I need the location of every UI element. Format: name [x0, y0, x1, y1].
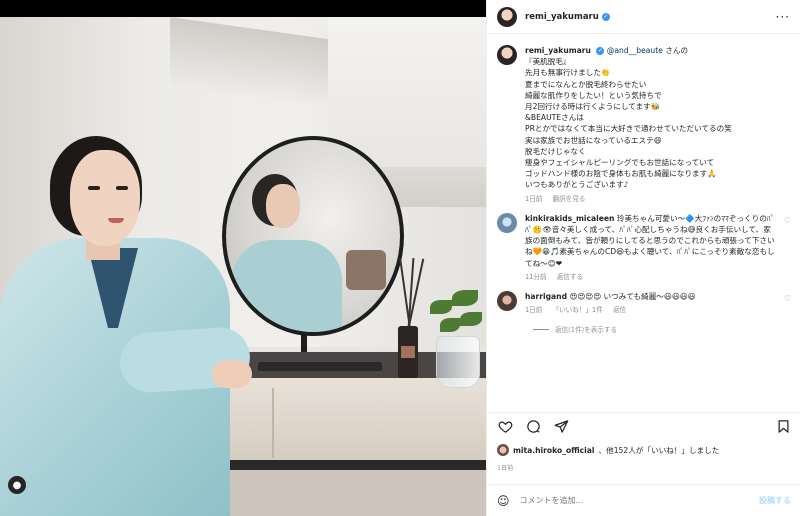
- mirror-reflection-object: [346, 250, 386, 290]
- comment-icon[interactable]: [525, 419, 541, 435]
- round-mirror: [222, 136, 404, 336]
- comment-meta: 1日前 「いいね！」1件 返信: [525, 305, 776, 316]
- add-comment-bar: ☺ 投稿する: [487, 484, 800, 516]
- comment-meta: 11分前 返信する: [525, 272, 776, 283]
- comment-likes[interactable]: 「いいね！」1件: [553, 306, 603, 314]
- person-eye: [116, 186, 128, 190]
- avatar[interactable]: [497, 6, 517, 27]
- caption-row: remi_yakumaru ✓ @and__beaute さんの 『美肌脱毛』 …: [497, 45, 791, 205]
- post-comment-button[interactable]: 投稿する: [759, 495, 791, 506]
- caption-time: 1日前: [525, 194, 543, 203]
- reply-button[interactable]: 返信: [613, 306, 626, 314]
- plant-leaf: [430, 300, 452, 314]
- post-sidebar: remi_yakumaru ✓ ··· remi_yakumaru ✓ @and…: [486, 0, 800, 516]
- caption-mention-suffix: さんの: [662, 46, 689, 55]
- caption-text: remi_yakumaru ✓ @and__beaute さんの 『美肌脱毛』 …: [525, 45, 791, 205]
- comment-row: harrigand 😍😍😍😍 いつみても綺麗〜😃😃😃😃 1日前 「いいね！」1件…: [497, 291, 791, 316]
- caption-line: 夏までになんとか脱毛終わらせたい: [525, 79, 647, 89]
- caption-line: 月2回行ける時は行くようにしてます🐝: [525, 102, 661, 112]
- comment-heart-icon[interactable]: ♡: [784, 216, 791, 283]
- person-eye: [88, 186, 100, 190]
- avatar[interactable]: [497, 212, 517, 233]
- caption-line: 『美肌脱毛』: [525, 57, 571, 67]
- heart-icon[interactable]: [497, 419, 513, 435]
- share-icon[interactable]: [553, 419, 569, 435]
- comment-text: harrigand 😍😍😍😍 いつみても綺麗〜😃😃😃😃 1日前 「いいね！」1件…: [525, 291, 776, 316]
- plant-vase: [436, 336, 480, 388]
- more-icon[interactable]: ···: [776, 10, 790, 24]
- caption-mention[interactable]: @and__beaute: [607, 46, 663, 55]
- likes-text[interactable]: 、他152人が「いいね！」しました: [599, 445, 720, 456]
- caption-line: 綺麗な肌作りをしたい！という気持ちで: [525, 90, 662, 100]
- comment-text: kinkirakids_micaleen 玲美ちゃん可愛い〜🔷大ﾌｧﾝのﾏﾏぞっ…: [525, 213, 776, 283]
- comment-heart-icon[interactable]: ♡: [784, 294, 791, 316]
- comment-username[interactable]: kinkirakids_micaleen: [525, 214, 614, 223]
- bookmark-icon[interactable]: [775, 419, 791, 435]
- post-photo[interactable]: ●: [0, 0, 486, 516]
- comment-username[interactable]: harrigand: [525, 292, 567, 301]
- reed-diffuser: [398, 326, 418, 378]
- person-face: [70, 150, 140, 246]
- caption-line: 脱毛だけじゃなく: [525, 146, 586, 156]
- emoji-icon[interactable]: ☺: [497, 494, 510, 508]
- plant-leaf: [440, 318, 460, 332]
- caption-line: 実は家族でお世話になっているエステ😄: [525, 135, 662, 145]
- translate-link[interactable]: 翻訳を見る: [553, 195, 586, 203]
- action-bar: [487, 412, 800, 440]
- caption-line: いつもありがとうございます♪: [525, 180, 629, 190]
- post-date: 1日前: [497, 465, 514, 472]
- caption-meta: 1日前 翻訳を見る: [525, 194, 791, 205]
- caption-line: 痩身やフェイシャルピーリングでもお世話になっていて: [525, 158, 715, 168]
- plant-leaf: [452, 290, 478, 306]
- comment-time: 1日前: [525, 306, 543, 315]
- replies-divider: [533, 328, 549, 330]
- comment-time: 11分前: [525, 272, 547, 281]
- comment-input[interactable]: [519, 496, 749, 505]
- mirror-reflection-face: [266, 184, 300, 228]
- person-mouth: [108, 218, 124, 223]
- caption-line: &BEAUTEさんは: [525, 113, 584, 123]
- post-header: remi_yakumaru ✓ ···: [487, 0, 800, 34]
- verified-icon: ✓: [596, 47, 605, 55]
- likes-summary: mita.hiroko_official 、他152人が「いいね！」しました: [497, 444, 719, 456]
- comments-list[interactable]: remi_yakumaru ✓ @and__beaute さんの 『美肌脱毛』 …: [487, 35, 800, 405]
- caption-line: 先月も無事行けました👏: [525, 68, 611, 78]
- top-bar: [0, 0, 486, 17]
- mirror-base: [258, 362, 382, 371]
- post-username[interactable]: remi_yakumaru: [525, 12, 599, 22]
- caption-username[interactable]: remi_yakumaru: [525, 46, 591, 55]
- mirror-reflection-coat: [232, 240, 342, 332]
- reply-button[interactable]: 返信する: [557, 273, 583, 281]
- avatar[interactable]: [497, 291, 517, 312]
- view-replies-button[interactable]: 返信(1件)を表示する: [533, 324, 791, 334]
- liker-avatar[interactable]: [497, 444, 509, 456]
- liker-username[interactable]: mita.hiroko_official: [513, 446, 595, 455]
- verified-icon: ✓: [601, 12, 610, 21]
- comment-row: kinkirakids_micaleen 玲美ちゃん可愛い〜🔷大ﾌｧﾝのﾏﾏぞっ…: [497, 212, 791, 283]
- user-tag-icon[interactable]: ●: [8, 476, 26, 494]
- plant-leaf: [460, 312, 482, 326]
- caption-line: PRとかではなくて本当に大好きで通わせていただいてるの笑: [525, 124, 732, 134]
- comment-content: 😍😍😍😍 いつみても綺麗〜😃😃😃😃: [569, 292, 696, 302]
- caption-line: ゴッドハンド様のお陰で身体もお肌も綺麗になります🙏: [525, 169, 717, 179]
- person-hand: [212, 360, 252, 388]
- avatar[interactable]: [497, 45, 517, 65]
- view-replies-label[interactable]: 返信(1件)を表示する: [555, 324, 617, 334]
